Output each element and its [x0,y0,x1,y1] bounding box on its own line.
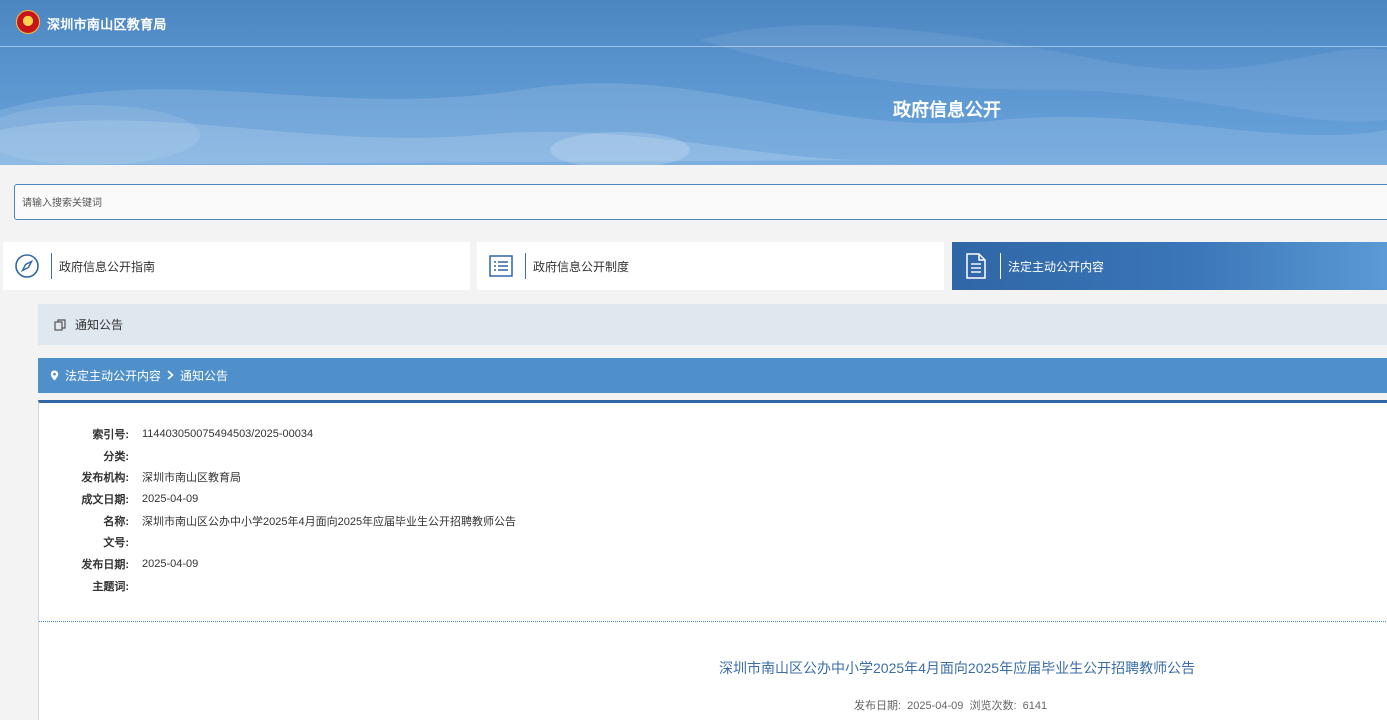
document-icon [952,242,1000,290]
chevron-right-icon [167,369,174,383]
meta-key: 名称: [103,515,129,528]
dotted-divider [39,621,1387,622]
search-input[interactable] [15,185,1387,221]
section-header: 通知公告 [38,304,1387,345]
meta-value: 114403050075494503/2025-00034 [142,427,314,440]
site-name[interactable]: 深圳市南山区教育局 [47,14,167,33]
nav-card-system[interactable]: 政府信息公开制度 [477,242,944,290]
document-meta: 索引号: 114403050075494503/2025-00034 分类: 发… [39,423,516,597]
meta-row: 文号: [39,531,516,553]
meta-row: 主题词: [39,575,516,597]
meta-key: 成文日期: [81,493,129,506]
nav-card-label: 法定主动公开内容 [1008,259,1105,274]
emblem-icon [16,10,40,34]
meta-row: 索引号: 114403050075494503/2025-00034 [39,423,516,445]
publish-date-value: 2025-04-09 [907,700,964,712]
meta-key: 发布日期: [81,558,129,571]
header-topbar: 深圳市南山区教育局 [0,0,1387,47]
views-label: 浏览次数: [969,700,1017,712]
meta-key: 发布机构: [81,472,129,485]
nav-card-label: 政府信息公开指南 [59,259,156,274]
meta-value: 2025-04-09 [142,492,199,505]
list-icon [477,242,525,290]
page-title: 政府信息公开 [893,100,1001,120]
meta-value: 2025-04-09 [142,557,199,570]
compass-icon [3,242,51,290]
meta-row: 名称: 深圳市南山区公办中小学2025年4月面向2025年应届毕业生公开招聘教师… [39,510,516,532]
meta-key: 索引号: [92,428,129,441]
publish-date-label: 发布日期: [854,700,902,712]
header-banner: 深圳市南山区教育局 政府信息公开 [0,0,1387,165]
search-box [14,184,1387,221]
breadcrumb: 法定主动公开内容 通知公告 [38,358,1387,393]
meta-row: 发布机构: 深圳市南山区教育局 [39,466,516,488]
meta-key: 文号: [103,537,129,550]
nav-separator [51,253,52,279]
document-title: 深圳市南山区公办中小学2025年4月面向2025年应届毕业生公开招聘教师公告 [719,660,1196,676]
meta-row: 发布日期: 2025-04-09 [39,553,516,575]
nav-separator [525,253,526,279]
location-pin-icon [50,370,59,381]
nav-separator [1000,253,1001,279]
meta-value: 深圳市南山区教育局 [142,472,241,485]
meta-row: 成文日期: 2025-04-09 [39,488,516,510]
section-title: 通知公告 [75,318,124,332]
meta-key: 主题词: [92,580,129,593]
breadcrumb-item-notice[interactable]: 通知公告 [180,367,228,384]
meta-key: 分类: [103,450,129,463]
meta-row: 分类: [39,445,516,467]
nav-card-guide[interactable]: 政府信息公开指南 [3,242,470,290]
content-panel: 索引号: 114403050075494503/2025-00034 分类: 发… [38,400,1387,720]
breadcrumb-item-content[interactable]: 法定主动公开内容 [65,367,161,384]
nav-card-content[interactable]: 法定主动公开内容 [952,242,1387,290]
nav-card-label: 政府信息公开制度 [533,259,630,274]
views-count: 6141 [1022,700,1048,712]
meta-value: 深圳市南山区公办中小学2025年4月面向2025年应届毕业生公开招聘教师公告 [142,515,517,528]
copy-icon [54,318,66,331]
